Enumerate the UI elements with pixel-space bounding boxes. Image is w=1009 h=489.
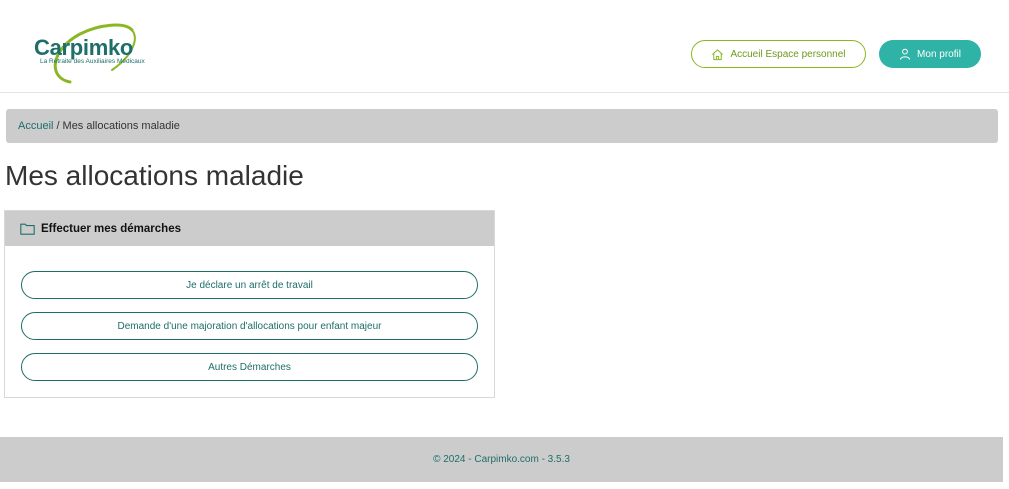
- my-profile-button[interactable]: Mon profil: [879, 40, 981, 68]
- carpimko-logo[interactable]: Carpimko La Retraite des Auxiliaires Méd…: [30, 20, 155, 86]
- breadcrumb-current: Mes allocations maladie: [62, 120, 180, 132]
- procedures-panel: Effectuer mes démarches Je déclare un ar…: [4, 210, 495, 398]
- procedures-panel-title: Effectuer mes démarches: [41, 222, 181, 235]
- user-icon: [900, 48, 911, 60]
- breadcrumb-home-link[interactable]: Accueil: [18, 120, 53, 132]
- breadcrumb-separator: /: [56, 120, 60, 132]
- home-space-label: Accueil Espace personnel: [730, 48, 846, 60]
- page-title: Mes allocations maladie: [5, 160, 304, 191]
- site-footer: © 2024 - Carpimko.com - 3.5.3: [0, 437, 1003, 482]
- procedures-panel-header: Effectuer mes démarches: [5, 211, 494, 246]
- declare-work-stoppage-label: Je déclare un arrêt de travail: [186, 279, 313, 291]
- home-space-button[interactable]: Accueil Espace personnel: [691, 40, 866, 68]
- declare-work-stoppage-button[interactable]: Je déclare un arrêt de travail: [21, 271, 478, 299]
- other-procedures-button[interactable]: Autres Démarches: [21, 353, 478, 381]
- other-procedures-label: Autres Démarches: [208, 361, 291, 373]
- site-header: Carpimko La Retraite des Auxiliaires Méd…: [0, 0, 1009, 93]
- folder-icon: [20, 223, 35, 235]
- footer-copyright: © 2024 - Carpimko.com - 3.5.3: [433, 454, 570, 465]
- adult-child-allowance-increase-label: Demande d'une majoration d'allocations p…: [117, 320, 382, 332]
- logo-tagline: La Retraite des Auxiliaires Médicaux: [40, 58, 145, 65]
- adult-child-allowance-increase-button[interactable]: Demande d'une majoration d'allocations p…: [21, 312, 478, 340]
- breadcrumb: Accueil / Mes allocations maladie: [6, 109, 998, 143]
- home-icon: [712, 48, 724, 60]
- my-profile-label: Mon profil: [917, 48, 961, 60]
